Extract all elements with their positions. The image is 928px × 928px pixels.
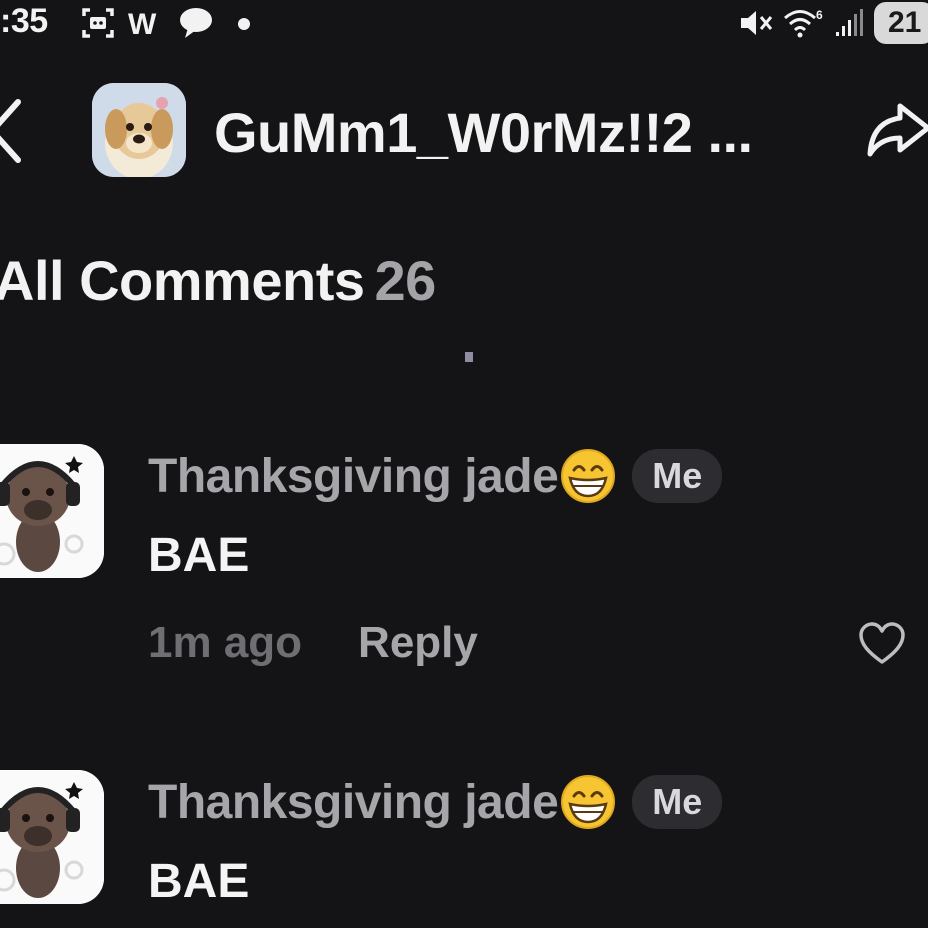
notification-dot-icon xyxy=(238,18,250,30)
profile-avatar[interactable] xyxy=(92,83,186,177)
me-badge: Me xyxy=(632,775,723,829)
dog-headphones-avatar-image xyxy=(0,770,104,904)
battery-icon: 21 xyxy=(874,2,928,44)
comment-author[interactable]: Thanksgiving jade xyxy=(148,775,559,830)
back-arrow-icon xyxy=(0,99,21,163)
comment-meta: 1m ago Reply xyxy=(148,618,478,668)
reply-button[interactable]: Reply xyxy=(358,618,478,668)
grinning-emoji-icon xyxy=(561,775,616,829)
screenshot-icon xyxy=(80,6,116,40)
post-title: GuMm1_W0rMz!!2 ... xyxy=(214,101,753,164)
app-indicator-letter: W xyxy=(128,8,157,41)
message-bubble-icon xyxy=(176,6,216,40)
comments-screen: :35 W 6 21 GuMm1_W0rMz!!2 ... All Commen… xyxy=(0,0,928,928)
share-button[interactable] xyxy=(864,98,928,162)
grinning-emoji-icon xyxy=(561,449,616,503)
share-arrow-icon xyxy=(867,103,928,157)
comments-heading: All Comments 26 xyxy=(0,248,436,313)
dog-headphones-avatar-image xyxy=(0,444,104,578)
commenter-avatar[interactable] xyxy=(0,770,104,904)
commenter-avatar[interactable] xyxy=(0,444,104,578)
comment-text: BAE xyxy=(148,529,250,582)
comment-author-row: Thanksgiving jade Me xyxy=(148,448,723,504)
back-button[interactable] xyxy=(0,96,26,166)
comment-timestamp: 1m ago xyxy=(148,618,303,667)
status-bar: :35 W 6 21 xyxy=(0,0,928,48)
comment-author[interactable]: Thanksgiving jade xyxy=(148,449,559,504)
comment-text: BAE xyxy=(148,855,250,908)
loading-indicator xyxy=(465,352,473,362)
signal-icon xyxy=(832,6,866,40)
comments-title: All Comments xyxy=(0,249,365,312)
me-badge: Me xyxy=(632,449,723,503)
comment-author-row: Thanksgiving jade Me xyxy=(148,774,723,830)
wifi-icon: 6 xyxy=(782,6,824,40)
puppy-avatar-image xyxy=(92,83,186,177)
mute-icon xyxy=(738,6,774,40)
battery-level: 21 xyxy=(888,6,922,39)
like-button[interactable] xyxy=(858,622,906,666)
svg-text:6: 6 xyxy=(816,8,823,22)
comments-count: 26 xyxy=(374,249,437,312)
status-time: :35 xyxy=(0,2,48,40)
heart-icon xyxy=(859,622,905,664)
